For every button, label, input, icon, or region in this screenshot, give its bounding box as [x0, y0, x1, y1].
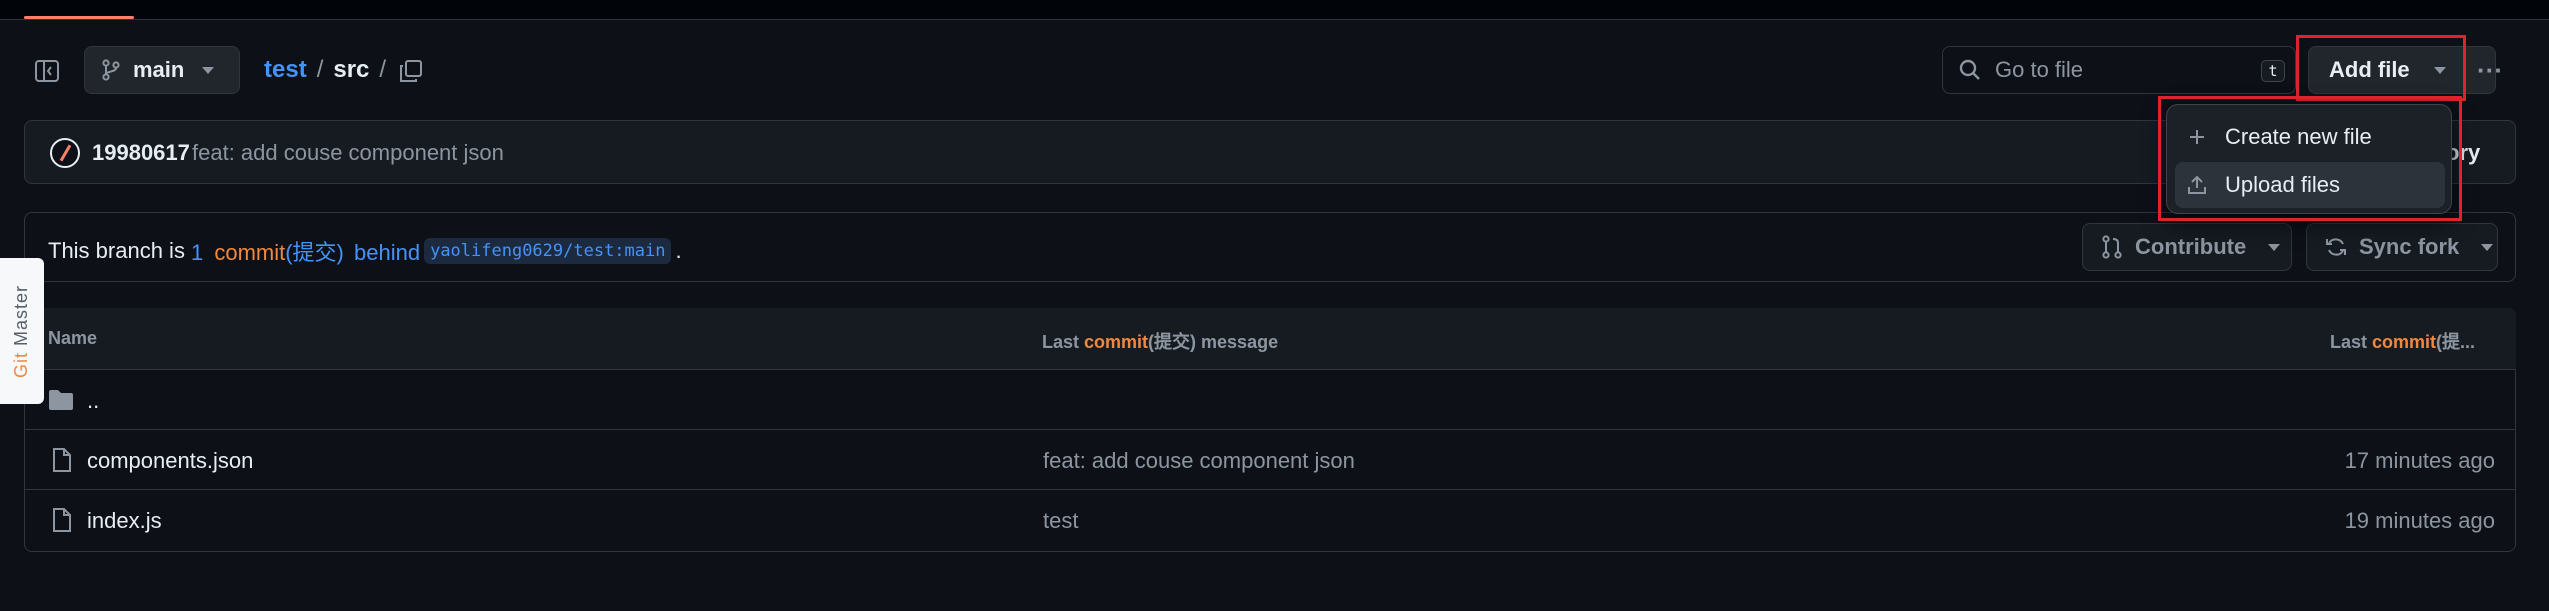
commit-count: 1 — [190, 240, 204, 265]
chevron-down-icon — [2481, 243, 2494, 251]
pull-request-icon — [2102, 235, 2122, 259]
column-header-message: Last commit(提交) message — [1042, 328, 1278, 354]
commit-count-link[interactable]: 1 commit(提交) behind — [191, 235, 420, 267]
author-avatar[interactable] — [50, 138, 80, 168]
git-master-label: Git Master — [12, 284, 33, 377]
git-branch-icon — [102, 59, 120, 81]
behind-word: behind — [354, 240, 421, 265]
go-to-file-input[interactable]: Go to file t — [1942, 46, 2296, 94]
folder-icon — [49, 390, 73, 410]
column-header-date: Last commit(提... — [2330, 328, 2475, 354]
contribute-button[interactable]: Contribute — [2082, 223, 2292, 271]
toggle-sidebar-button[interactable] — [30, 56, 64, 86]
branch-selector-button[interactable]: main — [84, 46, 240, 94]
top-nav-bar — [0, 0, 2549, 20]
column-header-message-prefix: Last — [1042, 332, 1080, 352]
column-header-date-prefix: Last — [2330, 332, 2368, 352]
breadcrumb-separator: / — [316, 56, 324, 83]
git-master-label-part2: Master — [11, 284, 32, 346]
column-header-message-suffix: (提交) message — [1148, 332, 1279, 352]
keyboard-shortcut-hint: t — [2261, 60, 2285, 82]
branch-status-prefix: This branch is — [48, 238, 185, 263]
copy-icon — [400, 60, 422, 82]
sidebar-icon — [35, 60, 59, 82]
commit-word-cn: (提交) — [285, 240, 344, 265]
branch-status-suffix: . — [675, 238, 682, 263]
search-placeholder: Go to file — [1995, 57, 2084, 82]
more-options-button[interactable]: ··· — [2470, 50, 2510, 90]
file-commit-message-link[interactable]: feat: add couse component json — [1043, 448, 1355, 474]
breadcrumb-current-folder: src — [333, 56, 370, 83]
sync-fork-label: Sync fork — [2359, 234, 2460, 259]
chevron-down-icon — [2268, 243, 2281, 251]
branch-name: main — [133, 57, 185, 82]
breadcrumb-repo-link[interactable]: test — [264, 56, 307, 84]
column-header-date-commit: commit — [2372, 332, 2437, 352]
table-row: components.json feat: add couse componen… — [25, 430, 2515, 490]
chevron-down-icon — [202, 66, 215, 74]
sync-fork-button[interactable]: Sync fork — [2306, 223, 2498, 271]
parent-directory-link[interactable]: .. — [87, 388, 99, 414]
git-master-extension-tab[interactable]: Git Master — [0, 258, 44, 404]
file-commit-message-link[interactable]: test — [1043, 508, 1078, 534]
search-icon — [1959, 59, 1980, 80]
column-header-date-suffix: (提... — [2436, 332, 2476, 352]
column-header-name: Name — [48, 328, 98, 348]
kebab-menu-icon: ··· — [2477, 54, 2503, 85]
commit-word: commit — [214, 240, 286, 265]
active-tab-indicator — [24, 16, 134, 19]
branch-status-text: This branch is 1 commit(提交) behind yaoli… — [48, 235, 682, 267]
breadcrumb: test / src / — [264, 56, 386, 84]
upstream-ref[interactable]: yaolifeng0629/test:main — [424, 238, 672, 264]
commit-author[interactable]: 19980617 — [92, 140, 190, 166]
file-icon — [53, 448, 71, 472]
file-name-link[interactable]: components.json — [87, 448, 253, 474]
copy-path-button[interactable] — [394, 54, 428, 88]
file-name-link[interactable]: index.js — [87, 508, 162, 534]
contribute-label: Contribute — [2135, 234, 2247, 259]
column-header-message-commit: commit — [1084, 332, 1149, 352]
file-commit-date: 19 minutes ago — [2344, 508, 2495, 533]
highlight-box-add-file — [2296, 35, 2466, 101]
sync-icon — [2326, 238, 2346, 256]
commit-message[interactable]: feat: add couse component json — [192, 140, 504, 166]
file-icon — [53, 508, 71, 532]
file-table-header: Name Last commit(提交) message Last commit… — [24, 308, 2516, 370]
file-commit-date: 17 minutes ago — [2344, 448, 2495, 473]
breadcrumb-separator: / — [379, 56, 387, 83]
table-row-parent-directory[interactable]: .. — [25, 370, 2515, 430]
table-row: index.js test 19 minutes ago — [25, 490, 2515, 550]
git-master-label-part1: Git — [11, 345, 32, 378]
highlight-box-dropdown — [2158, 96, 2462, 221]
